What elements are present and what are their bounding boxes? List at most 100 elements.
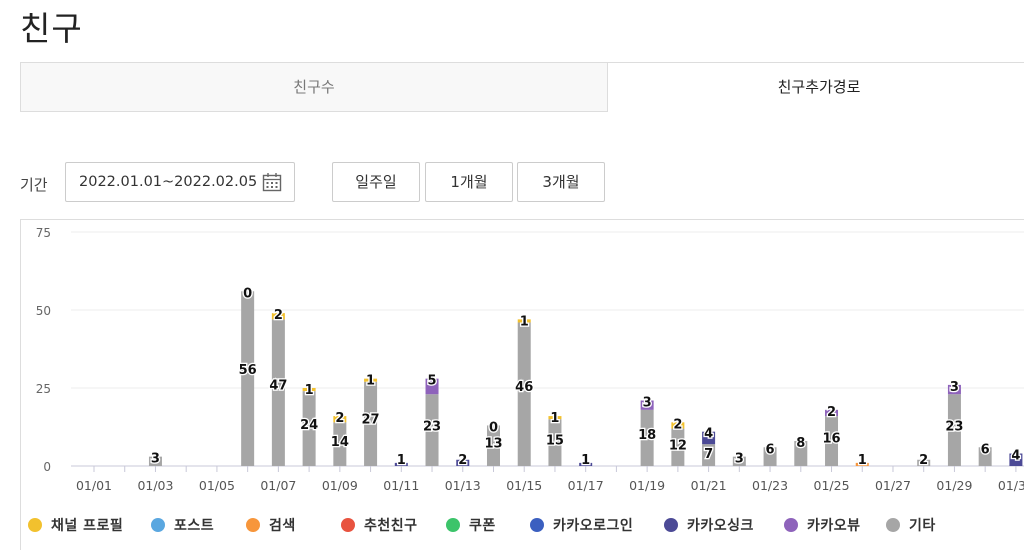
y-tick-label: 75 — [36, 226, 51, 240]
data-label: 47 — [269, 378, 287, 393]
legend-dot-icon — [530, 518, 544, 532]
x-tick-label: 01/31 — [998, 478, 1024, 493]
data-label: 2 — [274, 308, 283, 323]
legend-dot-icon — [446, 518, 460, 532]
data-label: 3 — [151, 452, 160, 467]
x-tick-label: 01/23 — [752, 478, 788, 493]
y-tick-label: 50 — [36, 304, 51, 318]
data-label: 1 — [397, 453, 406, 468]
data-label: 1 — [858, 453, 867, 468]
data-label: 18 — [638, 428, 656, 443]
legend-dot-icon — [28, 518, 42, 532]
three-month-button[interactable]: 3개월 — [517, 162, 605, 202]
data-label: 6 — [766, 442, 775, 457]
data-label: 1 — [520, 314, 529, 329]
data-label: 2 — [458, 453, 467, 468]
data-label: 12 — [669, 438, 687, 453]
data-label: 0 — [489, 420, 498, 435]
legend-item[interactable]: 포스트 — [151, 515, 214, 535]
legend-label: 포스트 — [174, 518, 215, 534]
data-label: 7 — [704, 447, 713, 462]
legend-label: 기타 — [909, 518, 936, 534]
data-label: 5 — [428, 374, 437, 389]
x-tick-label: 01/27 — [875, 478, 911, 493]
x-tick-label: 01/05 — [199, 478, 235, 493]
data-label: 2 — [919, 453, 928, 468]
legend-dot-icon — [246, 518, 260, 532]
y-tick-label: 25 — [36, 382, 51, 396]
legend-label: 카카오싱크 — [687, 518, 754, 534]
x-tick-label: 01/09 — [322, 478, 358, 493]
data-label: 15 — [546, 433, 564, 448]
data-label: 27 — [362, 413, 380, 428]
legend-item[interactable]: 카카오뷰 — [784, 515, 861, 535]
x-tick-label: 01/25 — [814, 478, 850, 493]
legend-label: 쿠폰 — [469, 518, 496, 534]
data-label: 1 — [581, 453, 590, 468]
data-label: 23 — [423, 420, 441, 435]
legend-dot-icon — [341, 518, 355, 532]
date-range-value: 2022.01.01~2022.02.05 — [79, 174, 258, 190]
data-label: 1 — [305, 383, 314, 398]
x-tick-label: 01/29 — [936, 478, 972, 493]
x-tick-label: 01/03 — [137, 478, 173, 493]
legend-dot-icon — [886, 518, 900, 532]
legend-item[interactable]: 채널 프로필 — [28, 515, 123, 535]
legend-item[interactable]: 카카오로그인 — [530, 515, 633, 535]
calendar-icon[interactable] — [262, 172, 282, 192]
x-tick-label: 01/13 — [445, 478, 481, 493]
period-label: 기간 — [20, 176, 48, 194]
data-label: 3 — [643, 395, 652, 410]
legend-dot-icon — [664, 518, 678, 532]
data-label: 16 — [822, 432, 840, 447]
data-label: 56 — [239, 363, 257, 378]
data-label: 46 — [515, 380, 533, 395]
data-label: 2 — [673, 417, 682, 432]
data-label: 1 — [366, 374, 375, 389]
stacked-bar-chart: 025507501/01 01/03 01/05 01/07 01/09 01/11 01/… — [36, 226, 1024, 493]
date-range-picker[interactable]: 2022.01.01~2022.02.05 — [65, 162, 295, 202]
legend-label: 검색 — [269, 518, 296, 534]
x-tick-label: 01/21 — [691, 478, 727, 493]
y-tick-label: 0 — [43, 460, 51, 474]
legend-item[interactable]: 기타 — [886, 515, 936, 535]
data-label: 4 — [704, 427, 713, 442]
tab-friend-add-route[interactable]: 친구추가경로 — [608, 62, 1024, 111]
data-label: 0 — [243, 286, 252, 301]
legend-item[interactable]: 검색 — [246, 515, 296, 535]
x-tick-label: 01/19 — [629, 478, 665, 493]
data-label: 14 — [331, 435, 349, 450]
one-month-button[interactable]: 1개월 — [425, 162, 513, 202]
data-label: 3 — [950, 380, 959, 395]
page-title: 친구 — [20, 9, 83, 48]
chart-area: 0 25 50 75 01/01 01/03 01/05 01/07 01/09 01/11 01/… — [20, 219, 1024, 550]
legend-dot-icon — [151, 518, 165, 532]
legend-label: 카카오뷰 — [807, 518, 861, 534]
data-label: 3 — [735, 452, 744, 467]
data-label: 6 — [981, 442, 990, 457]
legend-dot-icon — [784, 518, 798, 532]
legend-label: 카카오로그인 — [553, 518, 634, 534]
bar-segment — [241, 291, 255, 466]
tab-friend-count[interactable]: 친구수 — [20, 62, 608, 112]
x-tick-label: 01/01 — [76, 478, 112, 493]
data-label: 8 — [796, 436, 805, 451]
legend-item[interactable]: 추천친구 — [341, 515, 418, 535]
data-label: 4 — [1011, 449, 1020, 464]
x-tick-label: 01/15 — [506, 478, 542, 493]
tab-bar: 친구수 친구추가경로 — [20, 62, 1024, 112]
legend-label: 채널 프로필 — [51, 518, 124, 534]
data-label: 24 — [300, 418, 318, 433]
data-label: 23 — [945, 420, 963, 435]
data-label: 1 — [550, 411, 559, 426]
data-label: 2 — [335, 411, 344, 426]
data-label: 2 — [827, 405, 836, 420]
legend-item[interactable]: 카카오싱크 — [664, 515, 754, 535]
x-tick-label: 01/17 — [568, 478, 604, 493]
week-button[interactable]: 일주일 — [332, 162, 420, 202]
legend-label: 추천친구 — [364, 518, 418, 534]
x-tick-label: 01/07 — [260, 478, 296, 493]
data-label: 13 — [484, 437, 502, 452]
x-tick-label: 01/11 — [383, 478, 419, 493]
legend-item[interactable]: 쿠폰 — [446, 515, 496, 535]
